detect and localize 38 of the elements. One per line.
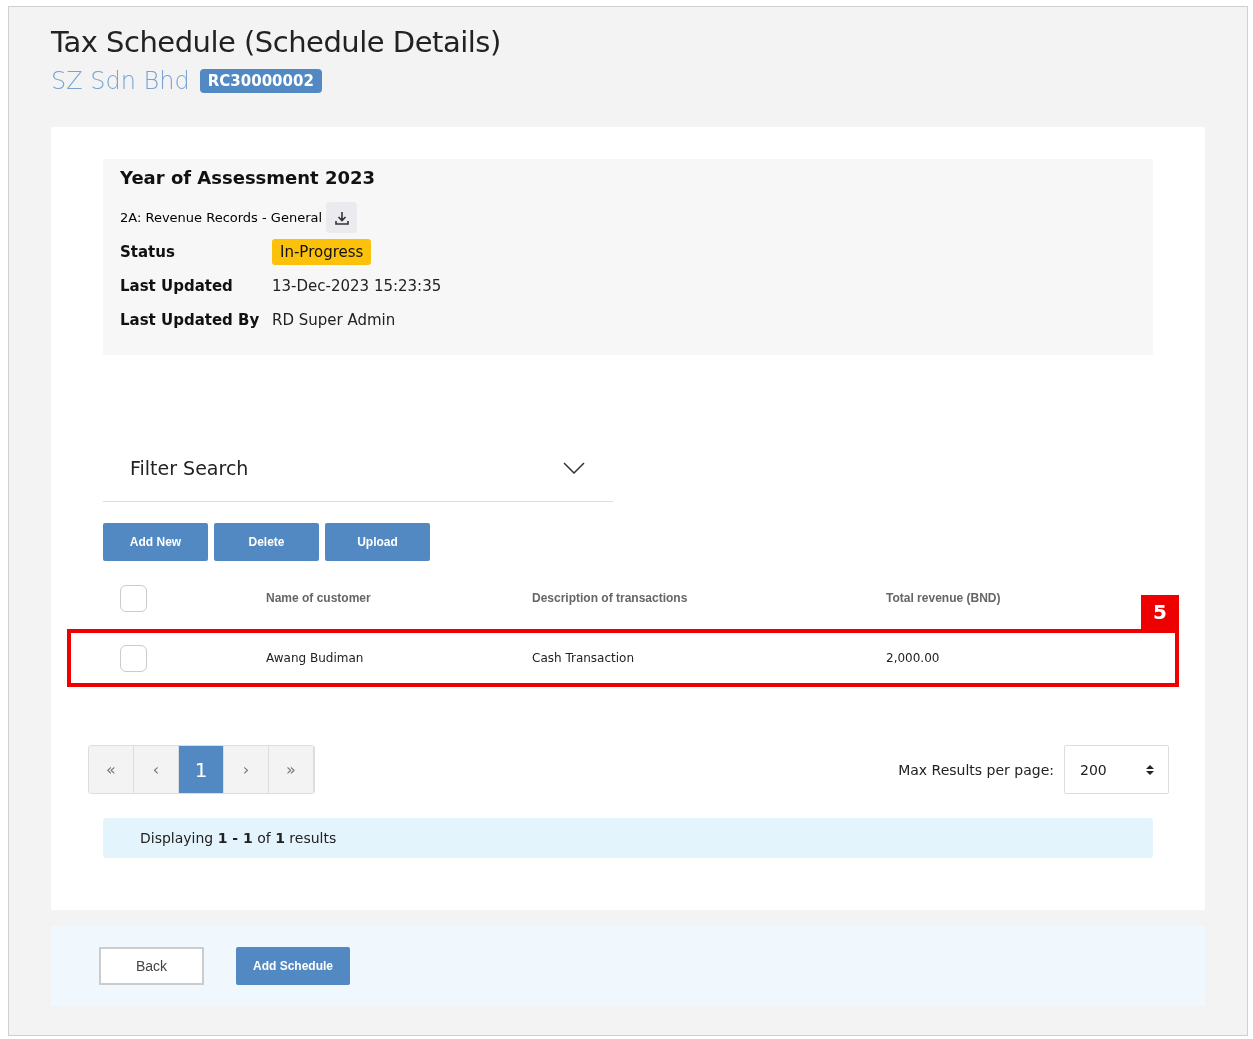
page-title: Tax Schedule (Schedule Details) bbox=[51, 25, 502, 59]
page-button[interactable]: ‹ bbox=[134, 746, 179, 793]
field-value: 13-Dec-2023 15:23:35 bbox=[272, 277, 442, 295]
filter-search-toggle[interactable]: Filter Search bbox=[103, 435, 613, 502]
field-label: Status bbox=[120, 243, 176, 261]
field-label: Last Updated By bbox=[120, 311, 261, 329]
page-button[interactable]: » bbox=[269, 746, 314, 793]
back-button[interactable]: Back bbox=[99, 947, 204, 985]
page-button[interactable]: › bbox=[224, 746, 269, 793]
download-icon bbox=[333, 209, 350, 226]
column-header: Name of customer bbox=[266, 591, 372, 605]
column-header: Total revenue (BND) bbox=[886, 591, 1002, 605]
assessment-title: Year of Assessment 2023 bbox=[120, 167, 377, 188]
results-summary: Displaying 1 - 1 of 1 results bbox=[103, 818, 1153, 858]
callout-number: 5 bbox=[1141, 595, 1179, 629]
table-cell-text: 2,000.00 bbox=[886, 651, 941, 665]
action-button[interactable]: Add New bbox=[103, 523, 208, 561]
page-button[interactable]: « bbox=[89, 746, 134, 793]
row-checkbox[interactable] bbox=[120, 644, 147, 672]
field-label: Last Updated bbox=[120, 277, 234, 295]
field-value: RD Super Admin bbox=[272, 311, 396, 329]
company-code-badge: RC30000002 bbox=[199, 69, 322, 93]
per-page-label: Max Results per page: bbox=[898, 761, 1054, 778]
record-name: 2A: Revenue Records - General bbox=[120, 210, 323, 225]
add-schedule-button[interactable]: Add Schedule bbox=[236, 947, 350, 985]
page-button[interactable]: 1 bbox=[179, 746, 224, 793]
select-all-checkbox[interactable] bbox=[120, 584, 147, 612]
action-button[interactable]: Delete bbox=[214, 523, 319, 561]
status-badge: In-Progress bbox=[272, 239, 372, 265]
column-header: Description of transactions bbox=[532, 591, 689, 605]
sort-caret-icon bbox=[1146, 763, 1154, 776]
table-cell-text: Cash Transaction bbox=[532, 651, 636, 665]
chevron-icon bbox=[563, 462, 585, 474]
download-button[interactable] bbox=[326, 202, 358, 233]
table-cell-text: Awang Budiman bbox=[266, 651, 365, 665]
per-page-select[interactable]: 200 bbox=[1064, 745, 1169, 794]
company-name: SZ Sdn Bhd bbox=[51, 67, 190, 95]
action-button[interactable]: Upload bbox=[325, 523, 430, 561]
